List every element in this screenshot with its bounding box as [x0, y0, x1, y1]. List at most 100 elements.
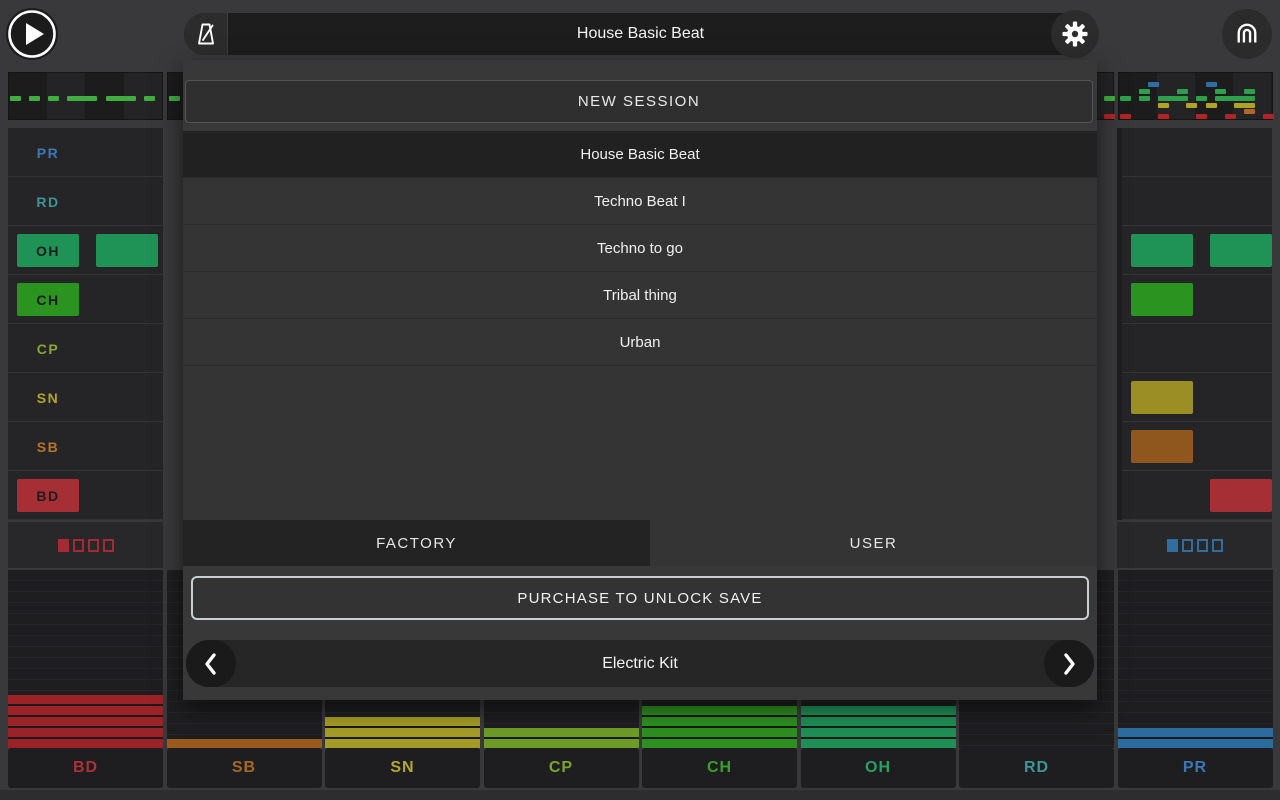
fader-track-pr[interactable]: [1117, 570, 1273, 748]
fader-label-rd[interactable]: RD: [959, 748, 1114, 788]
play-button[interactable]: [6, 8, 58, 60]
track-row-bd: [1122, 471, 1272, 520]
page-square-1[interactable]: [1166, 538, 1178, 552]
strip-note-dash: [1119, 96, 1131, 101]
session-row-5[interactable]: Urban: [183, 319, 1097, 366]
strip-note-dash: [86, 96, 98, 101]
fader-label-sb[interactable]: SB: [166, 748, 322, 788]
app-logo-button[interactable]: [1222, 9, 1272, 59]
strip-note-dash: [10, 96, 21, 101]
pattern-pad-sn-1[interactable]: [1131, 381, 1193, 414]
track-row-pr: PR: [8, 128, 163, 177]
session-row-2[interactable]: Techno Beat I: [183, 178, 1097, 225]
settings-button[interactable]: [1051, 10, 1099, 58]
fader-level-pr: [1117, 728, 1273, 748]
strip-note-dash: [29, 96, 41, 101]
page-square-3[interactable]: [87, 538, 99, 552]
fader-level-bd: [8, 695, 163, 748]
pattern-strip-section[interactable]: [8, 72, 163, 120]
strip-note-dash: [1157, 114, 1169, 119]
track-row-cp: [1122, 324, 1272, 373]
purchase-unlock-save-button[interactable]: PURCHASE TO UNLOCK SAVE: [191, 576, 1089, 620]
track-row-sb: [1122, 422, 1272, 471]
strip-note-dash: [48, 96, 60, 101]
kit-next-button[interactable]: [1044, 640, 1094, 687]
pattern-pad-ch-1[interactable]: CH: [17, 283, 79, 316]
page-square-4[interactable]: [102, 538, 114, 552]
track-label-pr[interactable]: PR: [17, 136, 79, 169]
page-square-2[interactable]: [72, 538, 84, 552]
pattern-pad-oh-2[interactable]: [1210, 234, 1272, 267]
strip-note-dash: [1262, 114, 1274, 119]
tab-factory[interactable]: FACTORY: [183, 520, 650, 566]
strip-note-dash: [1243, 103, 1255, 108]
fader-label-sn[interactable]: SN: [325, 748, 480, 788]
gear-icon: [1062, 21, 1088, 47]
strip-note-dash: [1195, 96, 1207, 101]
track-row-oh: OH: [8, 226, 163, 275]
strip-note-dash: [1186, 103, 1198, 108]
dm1-drum-machine-app: House Basic Beat PR RD OH CH CP SN SB BD…: [0, 0, 1280, 800]
new-session-button[interactable]: NEW SESSION: [185, 80, 1093, 123]
session-row-1[interactable]: House Basic Beat: [183, 131, 1097, 178]
chevron-left-icon: [205, 652, 216, 675]
right-page-indicator: [1117, 522, 1272, 568]
track-row-cp: CP: [8, 324, 163, 373]
strip-note-dash: [1157, 103, 1169, 108]
strip-note-dash: [168, 96, 180, 101]
strip-note-dash: [1176, 89, 1188, 94]
track-row-ch: CH: [8, 275, 163, 324]
fader-label-ch[interactable]: CH: [642, 748, 797, 788]
page-square-4[interactable]: [1211, 538, 1223, 552]
strip-note-dash: [1215, 89, 1227, 94]
strip-note-dash: [1138, 96, 1150, 101]
kit-previous-button[interactable]: [186, 640, 236, 687]
left-page-indicator: [8, 522, 163, 568]
right-track-panel: [1117, 128, 1272, 520]
strip-note-dash: [1205, 103, 1217, 108]
session-row-3[interactable]: Techno to go: [183, 225, 1097, 272]
track-row-oh: [1122, 226, 1272, 275]
pattern-pad-ch-1[interactable]: [1131, 283, 1193, 316]
pattern-pad-oh-1[interactable]: OH: [17, 234, 79, 267]
strip-note-dash: [1224, 114, 1236, 119]
strip-note-dash: [1243, 109, 1255, 114]
session-list: House Basic Beat Techno Beat I Techno to g…: [183, 131, 1097, 520]
page-square-1[interactable]: [57, 538, 69, 552]
pattern-pad-sb-1[interactable]: [1131, 430, 1193, 463]
fader-level-sb: [166, 739, 322, 748]
fader-label-oh[interactable]: OH: [800, 748, 956, 788]
track-row-bd: BD: [8, 471, 163, 520]
fader-label-pr[interactable]: PR: [1117, 748, 1273, 788]
session-row-4[interactable]: Tribal thing: [183, 272, 1097, 319]
strip-note-dash: [1243, 96, 1255, 101]
page-square-3[interactable]: [1196, 538, 1208, 552]
strip-note-dash: [1104, 96, 1116, 101]
fader-label-bd[interactable]: BD: [8, 748, 163, 788]
fader-level-oh: [800, 706, 956, 748]
pattern-pad-oh-2[interactable]: [96, 234, 158, 267]
session-source-tabs: FACTORY USER: [183, 520, 1097, 566]
track-label-cp[interactable]: CP: [17, 332, 79, 365]
pattern-strip-section[interactable]: [1117, 72, 1274, 120]
page-square-2[interactable]: [1181, 538, 1193, 552]
pattern-pad-oh-1[interactable]: [1131, 234, 1193, 267]
fader-label-cp[interactable]: CP: [483, 748, 639, 788]
kit-name: Electric Kit: [602, 654, 678, 672]
session-title-bar[interactable]: House Basic Beat: [184, 10, 1099, 58]
track-label-sb[interactable]: SB: [17, 430, 79, 463]
track-label-sn[interactable]: SN: [17, 381, 79, 414]
track-row-sn: SN: [8, 373, 163, 422]
kit-selector: Electric Kit: [186, 640, 1094, 687]
tab-user[interactable]: USER: [650, 520, 1097, 566]
fader-track-bd[interactable]: [8, 570, 163, 748]
pattern-pad-bd-2[interactable]: [1210, 479, 1272, 512]
track-label-rd[interactable]: RD: [17, 185, 79, 218]
fader-level-cp: [483, 728, 639, 748]
sessions-dialog: NEW SESSION House Basic Beat Techno Beat …: [183, 60, 1097, 700]
strip-note-dash: [1138, 89, 1150, 94]
fingerlab-logo-icon: [1237, 23, 1257, 43]
pattern-pad-bd-1[interactable]: BD: [17, 479, 79, 512]
strip-note-dash: [1205, 82, 1217, 87]
bottom-divider-strip: [0, 790, 1280, 800]
